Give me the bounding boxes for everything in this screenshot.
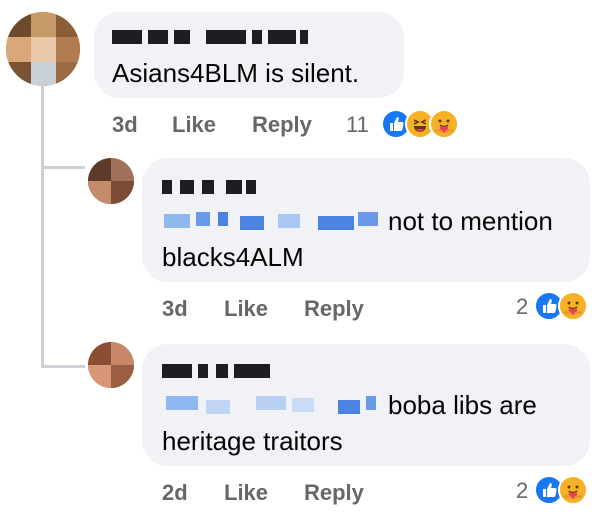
avatar[interactable]	[6, 12, 80, 86]
reply-button[interactable]: Reply	[252, 112, 312, 138]
care-icon	[558, 291, 588, 321]
reaction-count[interactable]: 2	[516, 478, 528, 504]
comment-time[interactable]: 3d	[112, 112, 138, 138]
comment-text-line-2: heritage traitors	[162, 426, 343, 456]
reply-button[interactable]: Reply	[304, 480, 364, 506]
author-name-redacted[interactable]	[112, 30, 312, 44]
reaction-count[interactable]: 2	[516, 294, 528, 320]
like-button[interactable]: Like	[172, 112, 216, 138]
comment-actions: 3d Like Reply	[162, 296, 482, 326]
like-button[interactable]: Like	[224, 480, 268, 506]
thread-line-branch-2	[41, 365, 85, 368]
mention-redacted[interactable]	[162, 392, 384, 416]
comment-time[interactable]: 2d	[162, 480, 188, 506]
thread-line-branch-1	[41, 166, 85, 169]
comment-text-line-2: blacks4ALM	[162, 242, 304, 272]
comment-time[interactable]: 3d	[162, 296, 188, 322]
thread-line-vertical	[41, 86, 44, 366]
comment-actions: 2d Like Reply	[162, 480, 482, 510]
author-name-redacted[interactable]	[162, 180, 302, 194]
reply-button[interactable]: Reply	[304, 296, 364, 322]
author-name-redacted[interactable]	[162, 364, 302, 378]
care-icon	[429, 109, 459, 139]
comment-text-line-1: not to mention	[388, 206, 553, 236]
mention-redacted[interactable]	[162, 208, 384, 232]
comment-text-line-1: boba libs are	[388, 390, 537, 420]
reaction-count[interactable]: 11	[346, 112, 369, 138]
comment-text: Asians4BLM is silent.	[112, 58, 360, 88]
like-button[interactable]: Like	[224, 296, 268, 322]
avatar[interactable]	[88, 342, 134, 388]
avatar[interactable]	[88, 158, 134, 204]
care-icon	[558, 475, 588, 505]
